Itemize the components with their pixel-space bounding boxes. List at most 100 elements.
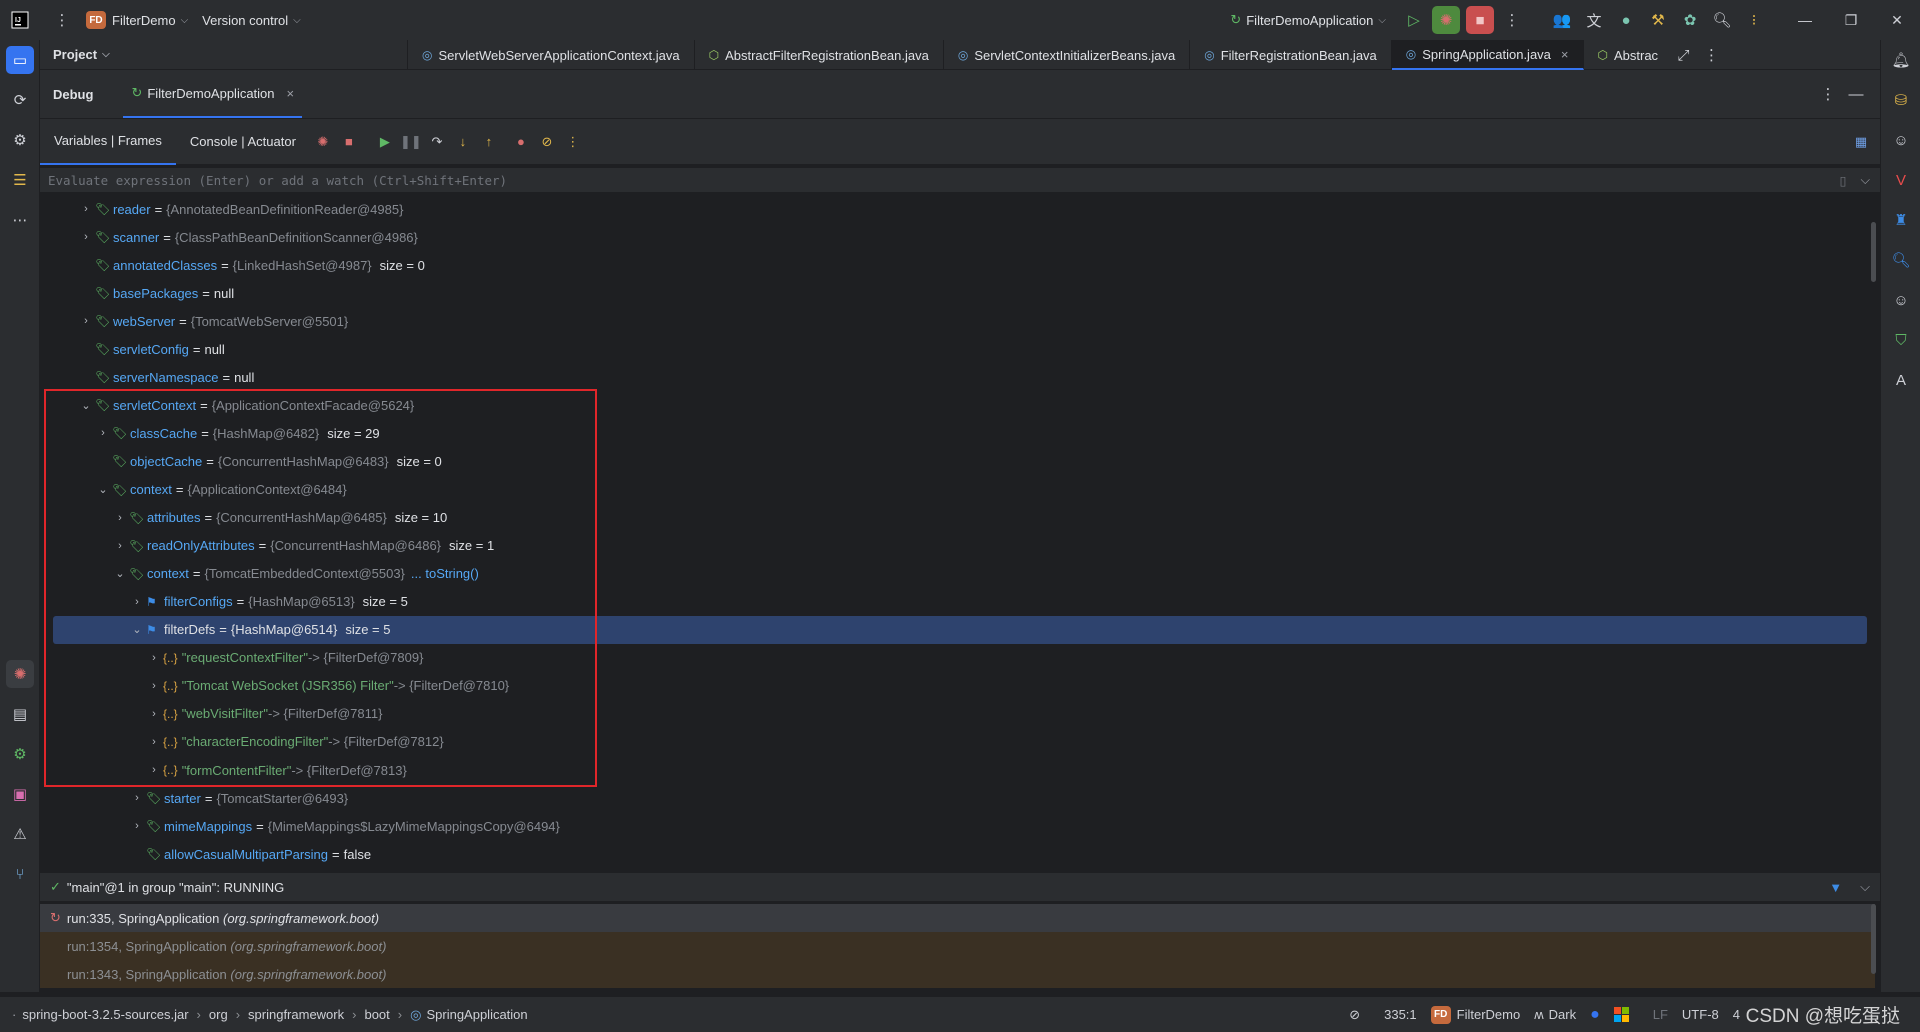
map-entry-row[interactable]: › {..} "webVisitFilter" -> {FilterDef@7811… <box>40 700 1875 728</box>
variable-row[interactable]: › 🏷︎ reader = {AnnotatedBeanDefinitionReader… <box>40 195 1875 223</box>
font-icon[interactable]: A <box>1887 366 1915 394</box>
copilot-icon[interactable]: ☺ <box>1887 126 1915 154</box>
close-tab-icon[interactable]: × <box>1561 47 1569 62</box>
translate-icon[interactable]: 文 <box>1580 6 1608 34</box>
variable-row[interactable]: 🏷︎ allowCasualMultipartParsing = false <box>40 840 1875 868</box>
step-out-icon[interactable]: ↑ <box>476 129 502 155</box>
tab-spring-application[interactable]: ◎ SpringApplication.java × <box>1391 40 1584 70</box>
project-switcher[interactable]: FD FilterDemo ⌵ <box>86 11 188 29</box>
variable-row[interactable]: ⌄ ⚑ filterDefs = {HashMap@6514} size = 5 <box>53 615 1867 644</box>
frame-item[interactable]: run:1354, SpringApplication (org.springf… <box>40 932 1875 960</box>
variable-row[interactable]: ⌄ 🏷︎ servletContext = {ApplicationContextFac… <box>40 391 1875 419</box>
vue-icon[interactable]: V <box>1887 166 1915 194</box>
close-window-icon[interactable]: ✕ <box>1874 0 1920 40</box>
frame-item[interactable]: run:1343, SpringApplication (org.springf… <box>40 960 1875 988</box>
status-theme[interactable]: Dark <box>1549 1007 1576 1022</box>
tab-options-icon[interactable]: ⋮ <box>1698 41 1726 69</box>
windows-icon[interactable] <box>1613 1007 1629 1022</box>
build-tools-icon[interactable]: ⚒ <box>1644 6 1672 34</box>
commit-icon[interactable]: ⟳ <box>6 86 34 114</box>
updates-icon[interactable]: ⁝ <box>1740 6 1768 34</box>
variable-row[interactable]: ⌄ 🏷︎ context = {TomcatEmbeddedContext@5503}.… <box>40 560 1875 588</box>
database-icon[interactable]: ⛁ <box>1887 86 1915 114</box>
chevron-right-icon[interactable]: › <box>147 736 161 748</box>
search-icon[interactable]: 🔍︎ <box>1708 6 1736 34</box>
bookmark-icon[interactable]: ▯ <box>1840 173 1847 188</box>
tab-abstract-truncated[interactable]: ⬡ Abstrac <box>1584 40 1670 70</box>
debug-running-icon[interactable]: ✺ <box>1432 6 1460 34</box>
variable-row[interactable]: › 🏷︎ webServer = {TomcatWebServer@5501} <box>40 307 1875 335</box>
step-into-icon[interactable]: ↓ <box>450 129 476 155</box>
problems-icon[interactable]: ⚠ <box>6 820 34 848</box>
settings-icon[interactable]: ⚙ <box>6 740 34 768</box>
variable-row[interactable]: › 🏷︎ classCache = {HashMap@6482} size = 29 <box>40 419 1875 447</box>
filter-icon[interactable]: ▼ <box>1829 880 1842 895</box>
chevron-down-icon[interactable]: ⌵ <box>1860 879 1870 895</box>
tab-abstract-filter-registration-bean[interactable]: ⬡ AbstractFilterRegistrationBean.java <box>695 40 944 70</box>
run-icon[interactable]: ▷ <box>1400 6 1428 34</box>
chevron-right-icon[interactable]: › <box>147 652 161 664</box>
map-entry-row[interactable]: › {..} "formContentFilter" -> {FilterDef@7… <box>40 756 1875 784</box>
chevron-right-icon[interactable]: › <box>130 792 144 804</box>
chevron-right-icon[interactable]: › <box>113 512 127 524</box>
frames-scrollbar[interactable] <box>1871 904 1876 974</box>
caret-position[interactable]: 335:1 <box>1384 1007 1417 1022</box>
more-debug-actions-icon[interactable]: ⋮ <box>560 129 586 155</box>
breadcrumb-item[interactable]: springframework <box>248 1007 344 1022</box>
stop-icon[interactable]: ■ <box>1466 6 1494 34</box>
security-icon[interactable]: ⛉ <box>1887 326 1915 354</box>
layout-settings-icon[interactable]: ▦ <box>1848 129 1874 155</box>
map-entry-row[interactable]: › {..} "Tomcat WebSocket (JSR356) Filter" … <box>40 672 1875 700</box>
chevron-right-icon[interactable]: › <box>79 203 93 215</box>
debug-tool-icon[interactable]: ✺ <box>6 660 34 688</box>
tab-servlet-context-initializer-beans[interactable]: ◎ ServletContextInitializerBeans.java <box>944 40 1191 70</box>
assistant-icon[interactable]: ☺ <box>1887 286 1915 314</box>
close-session-icon[interactable]: × <box>287 86 295 101</box>
frame-item[interactable]: ↻ run:335, SpringApplication (org.spring… <box>40 904 1875 932</box>
rerun-debug-icon[interactable]: ✺ <box>310 129 336 155</box>
app-logo-icon[interactable]: IJ <box>6 6 34 34</box>
chevron-down-icon[interactable]: ⌄ <box>113 567 127 580</box>
chevron-down-icon[interactable]: ⌵ <box>1861 173 1870 188</box>
project-view-toggle[interactable]: Project ⌵ <box>40 40 408 69</box>
find-icon[interactable]: 🔍︎ <box>1887 246 1915 274</box>
mute-breakpoints-icon[interactable]: ⊘ <box>534 129 560 155</box>
variable-row[interactable]: › 🏷︎ mimeMappings = {MimeMappings$LazyMimeMa… <box>40 812 1875 840</box>
resume-icon[interactable]: ▶ <box>372 129 398 155</box>
chevron-down-icon[interactable]: ⌄ <box>96 483 110 496</box>
breadcrumb-item[interactable]: SpringApplication <box>426 1007 527 1022</box>
blue-dot-icon[interactable]: ● <box>1590 1006 1600 1024</box>
map-entry-row[interactable]: › {..} "requestContextFilter" -> {FilterDe… <box>40 644 1875 672</box>
map-entry-row[interactable]: › {..} "characterEncodingFilter" -> {Filte… <box>40 728 1875 756</box>
chevron-right-icon[interactable]: › <box>113 540 127 552</box>
more-actions-icon[interactable]: ⋮ <box>1498 6 1526 34</box>
terminal-icon[interactable]: ▣ <box>6 780 34 808</box>
indent-setting[interactable]: 4 <box>1733 1007 1740 1022</box>
status-project[interactable]: FilterDemo <box>1457 1007 1521 1022</box>
variable-row[interactable]: › 🏷︎ readOnlyAttributes = {ConcurrentHashMap… <box>40 532 1875 560</box>
chevron-right-icon[interactable]: › <box>130 820 144 832</box>
tab-variables-frames[interactable]: Variables | Frames <box>40 119 176 165</box>
no-sync-icon[interactable]: ⊘ <box>1349 1007 1360 1023</box>
structure-icon[interactable]: ☰ <box>6 166 34 194</box>
notifications-icon[interactable]: 🔔︎ <box>1887 46 1915 74</box>
chevron-right-icon[interactable]: › <box>79 315 93 327</box>
version-control-menu[interactable]: Version control ⌵ <box>202 13 301 28</box>
chevron-right-icon[interactable]: › <box>130 596 144 608</box>
collaboration-icon[interactable]: 👥 <box>1548 6 1576 34</box>
variable-row[interactable]: 🏷︎ serverNamespace = null <box>40 363 1875 391</box>
project-view-icon[interactable]: ▭ <box>6 46 34 74</box>
stop-debug-icon[interactable]: ■ <box>336 129 362 155</box>
chevron-right-icon[interactable]: › <box>147 708 161 720</box>
variable-row[interactable]: 🏷︎ servletConfig = null <box>40 335 1875 363</box>
hide-panel-icon[interactable]: — <box>1842 80 1870 108</box>
chevron-right-icon[interactable]: › <box>147 764 161 776</box>
step-over-icon[interactable]: ↷ <box>424 129 450 155</box>
git-icon[interactable]: ⑂ <box>6 860 34 888</box>
breadcrumb-item[interactable]: boot <box>364 1007 389 1022</box>
maximize-editor-icon[interactable]: ⤢ <box>1670 41 1698 69</box>
chevron-down-icon[interactable]: ⌄ <box>79 399 93 412</box>
services-icon[interactable]: ⚙ <box>6 126 34 154</box>
restore-icon[interactable]: ❐ <box>1828 0 1874 40</box>
tab-servlet-web-server-app-context[interactable]: ◎ ServletWebServerApplicationContext.java <box>408 40 695 70</box>
